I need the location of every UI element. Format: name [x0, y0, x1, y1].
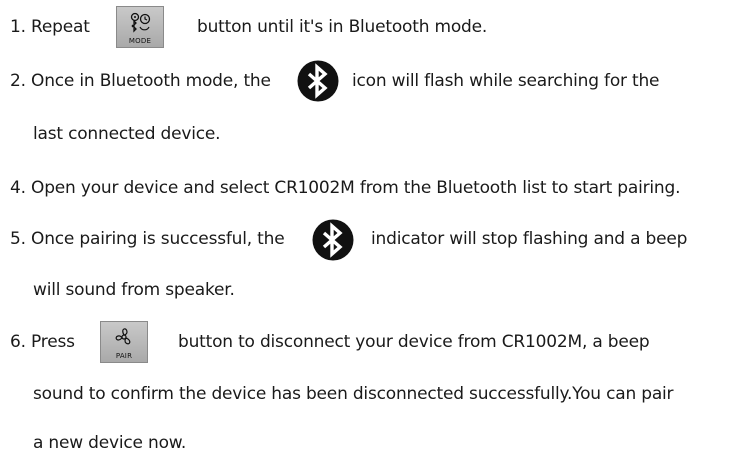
pair-button-caption: PAIR — [115, 352, 133, 360]
step-4-text: 4. Open your device and select CR1002M f… — [10, 178, 681, 198]
step-6-continuation-2: a new device now. — [33, 432, 186, 454]
step-6-after-text: button to disconnect your device from CR… — [178, 332, 650, 352]
step-6-continuation: sound to confirm the device has been dis… — [33, 383, 674, 405]
step-2-continuation: last connected device. — [33, 123, 221, 145]
bluetooth-icon — [297, 60, 339, 102]
step-1-after-text: button until it's in Bluetooth mode. — [197, 17, 488, 37]
step-6-after: button to disconnect your device from CR… — [178, 331, 650, 353]
step-1-before: 1. Repeat — [10, 17, 90, 37]
step-5-after-text: indicator will stop flashing and a beep — [371, 229, 688, 249]
step-1-after: button until it's in Bluetooth mode. — [197, 16, 487, 38]
bluetooth-icon — [312, 219, 354, 261]
step-6-before: 6. Press — [10, 332, 75, 352]
mode-button-illustration: MODE — [116, 6, 164, 48]
step-6-continuation-text: sound to confirm the device has been dis… — [33, 384, 674, 404]
step-1: 1. Repeat — [10, 16, 90, 38]
mode-icon — [117, 11, 163, 37]
step-2: 2. Once in Bluetooth mode, the — [10, 70, 271, 92]
step-4: 4. Open your device and select CR1002M f… — [10, 177, 680, 199]
step-5-after: indicator will stop flashing and a beep — [371, 228, 687, 250]
step-6-continuation-2-text: a new device now. — [33, 433, 187, 453]
step-2-continuation-text: last connected device. — [33, 124, 221, 144]
step-2-after-text: icon will flash while searching for the — [352, 71, 660, 91]
step-5-before: 5. Once pairing is successful, the — [10, 229, 285, 249]
step-5: 5. Once pairing is successful, the — [10, 228, 285, 250]
pair-button-illustration: PAIR — [100, 321, 148, 363]
fan-icon — [101, 326, 147, 352]
step-5-continuation: will sound from speaker. — [33, 279, 235, 301]
step-2-before: 2. Once in Bluetooth mode, the — [10, 71, 271, 91]
mode-button-caption: MODE — [128, 37, 152, 45]
step-2-after: icon will flash while searching for the — [352, 70, 660, 92]
step-5-continuation-text: will sound from speaker. — [33, 280, 235, 300]
step-6: 6. Press — [10, 331, 75, 353]
